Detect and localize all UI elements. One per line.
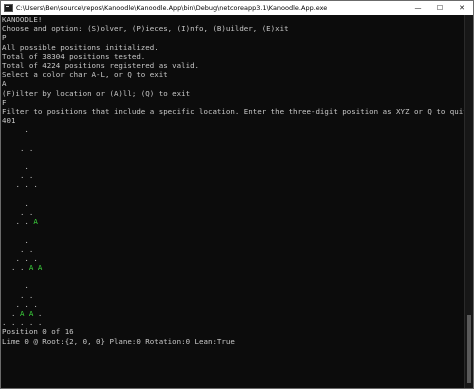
title-bar[interactable]: C:\Users\Ben\source\repos\Kanoodle\Kanoo… [1,1,473,15]
console-line: Filter to positions that include a speci… [2,106,465,116]
grid-row: . [2,162,465,171]
grid-row: . [2,199,465,208]
console-app-icon[interactable] [4,4,13,12]
grid-cell-empty: . [28,207,34,217]
console-window: C:\Users\Ben\source\repos\Kanoodle\Kanoo… [0,0,474,389]
console-line: 401 [2,116,16,126]
grid-cell-empty: . [28,143,34,153]
console-line: Select a color char A-L, or Q to exit [2,70,168,80]
maximize-button[interactable]: ☐ [429,1,451,15]
grid-row: . . . [2,180,465,189]
console-line: Choose and option: (S)olver, (P)ieces, (… [2,24,289,34]
pyramid-grid-output: . . . . . . . . . . . . . . A . . . . . … [2,125,465,327]
console-line: KANOODLE! [2,15,43,24]
grid-cell-piece-a: A [37,263,43,273]
grid-row: . . A [2,217,465,226]
grid-row: . . [2,171,465,180]
grid-cell-empty: . [33,299,38,309]
console-line: A [2,79,7,89]
console-line: F [2,97,7,107]
grid-cell-empty: . [28,171,34,181]
grid-row: . . A A [2,263,465,272]
grid-row: . . [2,291,465,300]
console-line: (F)ilter by location or (A)ll; (Q) to ex… [2,88,191,98]
console-output[interactable]: KANOODLE! Choose and option: (S)olver, (… [1,15,465,388]
grid-row: . [2,281,465,290]
console-line: All possible positions initialized. [2,42,159,52]
grid-row: . . [2,144,465,153]
grid-row: . [2,236,465,245]
grid-row [2,190,465,199]
grid-row: . . . [2,300,465,309]
grid-cell-empty: . [33,180,38,190]
console-line: P [2,33,7,43]
grid-cell-empty: . [24,281,29,291]
grid-row [2,272,465,281]
grid-row [2,134,465,143]
grid-cell-empty: . [24,198,29,208]
console-line: Total of 38304 positions tested. [2,51,146,61]
grid-row [2,226,465,235]
grid-cell-empty: . [28,290,34,300]
grid-cell-empty: . [37,318,43,328]
minimize-button[interactable]: — [407,1,429,15]
grid-cell-empty: . [37,309,43,318]
close-button[interactable]: ✕ [451,1,473,15]
grid-cell-empty: . [24,125,29,135]
grid-cell-piece-a: A [33,217,38,227]
piece-info-line: Lime 0 @ Root:{2, 0, 0} Plane:0 Rotation… [2,336,235,346]
grid-cell-empty: . [24,235,29,245]
grid-cell-empty: . [28,244,34,254]
grid-row: . . . [2,254,465,263]
grid-row: . A A . [2,309,465,318]
grid-row: . . . . . [2,318,465,327]
scrollbar-thumb[interactable] [467,315,471,383]
grid-row: . [2,125,465,134]
grid-row [2,153,465,162]
grid-row: . . [2,245,465,254]
window-title: C:\Users\Ben\source\repos\Kanoodle\Kanoo… [16,4,328,12]
grid-cell-empty: . [33,253,38,263]
position-counter: Position 0 of 16 [2,327,74,337]
grid-cell-empty: . [24,162,29,171]
grid-row: . . [2,208,465,217]
console-scrollbar[interactable] [464,15,473,388]
console-line: Total of 4224 positions registered as va… [2,60,200,70]
